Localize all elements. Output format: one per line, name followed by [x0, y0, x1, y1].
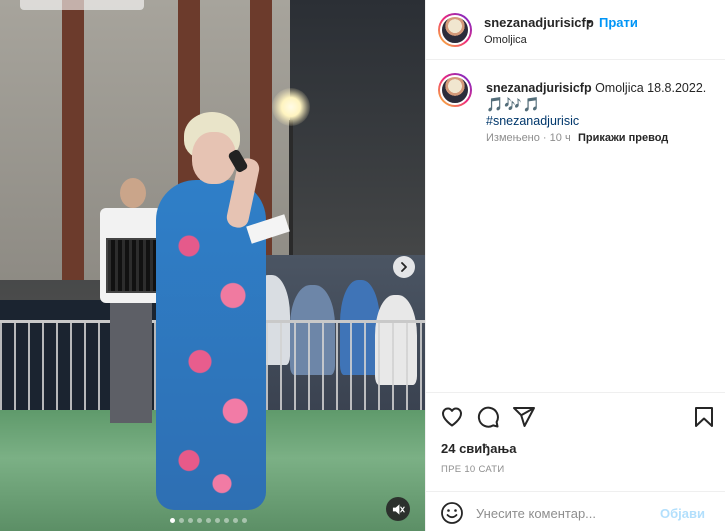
- mute-toggle-button[interactable]: [386, 497, 410, 521]
- caption-edited-time: Измењено · 10 ч: [486, 132, 571, 144]
- carousel-dot: [170, 518, 175, 523]
- post-caption: snezanadjurisicfp Omoljica 18.8.2022. 🎵🎶…: [426, 60, 725, 390]
- avatar-image: [440, 15, 470, 45]
- caption-emojis: 🎵🎶🎵: [486, 96, 542, 112]
- caption-username[interactable]: snezanadjurisicfp: [486, 81, 592, 95]
- caption-text: snezanadjurisicfp Omoljica 18.8.2022. 🎵🎶…: [486, 80, 714, 129]
- scene-lamp: [272, 88, 310, 126]
- carousel-dot: [224, 518, 229, 523]
- comment-icon: [477, 406, 499, 428]
- author-username[interactable]: snezanadjurisicfp: [484, 15, 594, 30]
- carousel-dot: [197, 518, 202, 523]
- carousel-dot: [242, 518, 247, 523]
- carousel-dot: [215, 518, 220, 523]
- follow-button[interactable]: Прати: [599, 15, 638, 30]
- caption-body: Omoljica 18.8.2022.: [591, 81, 707, 95]
- post-header: snezanadjurisicfp • Прати Omoljica: [426, 0, 725, 60]
- show-translation-button[interactable]: Прикажи превод: [578, 132, 668, 144]
- post-location[interactable]: Omoljica: [484, 34, 527, 46]
- post-sidebar: snezanadjurisicfp • Прати Omoljica sneza…: [425, 0, 725, 531]
- caption-avatar[interactable]: [438, 73, 472, 107]
- carousel-next-button[interactable]: [393, 256, 415, 278]
- carousel-dot: [179, 518, 184, 523]
- comment-input[interactable]: [476, 504, 656, 522]
- heart-icon: [442, 407, 462, 427]
- emoji-picker-button[interactable]: [440, 501, 464, 525]
- post-modal: snezanadjurisicfp • Прати Omoljica sneza…: [0, 0, 725, 531]
- add-comment-bar: Објави: [426, 491, 725, 531]
- chevron-right-icon: [401, 262, 407, 272]
- comment-button[interactable]: [476, 405, 500, 429]
- smiley-icon: [441, 502, 463, 524]
- share-icon: [513, 407, 535, 427]
- singer: [140, 110, 290, 510]
- post-timestamp: ПРЕ 10 САТИ: [441, 464, 505, 475]
- author-avatar[interactable]: [438, 13, 472, 47]
- share-button[interactable]: [512, 405, 536, 429]
- bookmark-icon: [695, 407, 713, 427]
- like-button[interactable]: [440, 405, 464, 429]
- carousel-dot: [233, 518, 238, 523]
- muted-speaker-icon: [392, 503, 405, 515]
- caption-hashtag[interactable]: #snezanadjurisic: [486, 114, 579, 128]
- post-media-video[interactable]: [0, 0, 425, 531]
- carousel-indicator: [170, 518, 247, 523]
- video-frame: [0, 0, 425, 531]
- carousel-dot: [188, 518, 193, 523]
- post-comment-button[interactable]: Објави: [660, 506, 705, 521]
- avatar-image: [440, 75, 470, 105]
- carousel-dot: [206, 518, 211, 523]
- likes-count[interactable]: 24 свиђања: [441, 441, 516, 456]
- separator-dot: •: [587, 14, 592, 29]
- video-label-overlay: [20, 0, 144, 10]
- post-actions: [426, 392, 725, 432]
- save-button[interactable]: [692, 405, 716, 429]
